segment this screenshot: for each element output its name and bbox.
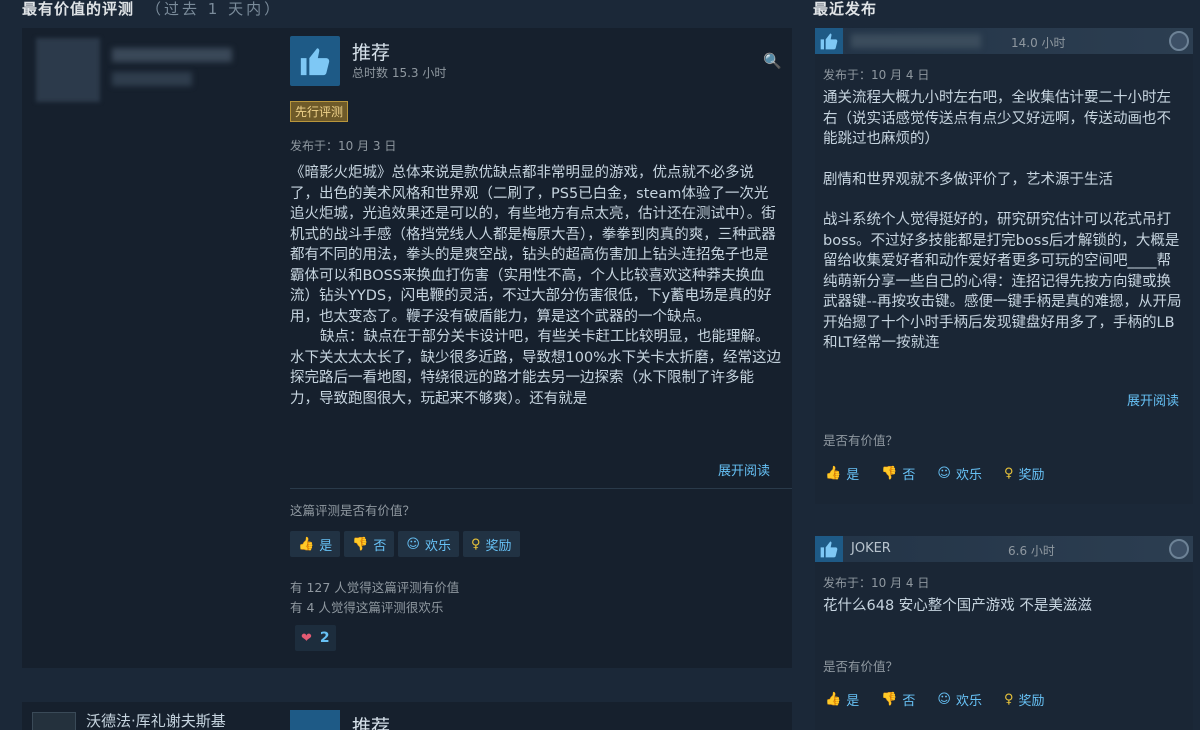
smile-icon: ☺ <box>937 466 951 481</box>
award-button[interactable]: ♀ 奖励 <box>462 531 520 557</box>
expand-review-link[interactable]: 展开阅读 <box>718 460 770 479</box>
content-fade <box>815 344 1193 374</box>
smile-icon: ☺ <box>937 692 951 707</box>
review-verdict[interactable]: 推荐 <box>352 712 390 730</box>
avatar[interactable] <box>32 712 76 730</box>
thumbs-up-icon <box>815 28 843 54</box>
author-name[interactable] <box>112 48 232 62</box>
vote-no-label: 否 <box>902 468 916 483</box>
vote-no-label: 否 <box>902 694 916 709</box>
vote-no-label: 否 <box>373 538 387 554</box>
thumbs-up-icon <box>815 536 843 562</box>
review-paragraph: 缺点：缺点在于部分关卡设计吧，有些关卡赶工比较明显，也能理解。水下关太太太长了，… <box>290 329 781 407</box>
award-label: 奖励 <box>1018 468 1045 483</box>
award-label: 奖励 <box>485 538 512 554</box>
hours-played: 14.0 小时 <box>1011 36 1066 50</box>
recent-review-header: 14.0 小时 <box>815 28 1193 54</box>
review-verdict[interactable]: 推荐 <box>352 38 390 65</box>
vote-funny-button[interactable]: ☺ 欢乐 <box>937 690 982 709</box>
recent-review-header: JOKER 6.6 小时 <box>815 536 1193 562</box>
award-icon: ♀ <box>1003 692 1014 707</box>
author-column[interactable] <box>22 28 282 668</box>
review-card: 推荐 总时数 15.3 小时 🔍 先行评测 发布于：10 月 3 日 《暗影火炬… <box>22 28 792 668</box>
helpful-question: 是否有价值？ <box>823 433 899 448</box>
steam-icon <box>1169 31 1189 51</box>
most-helpful-label: 最有价值的评测 <box>22 0 135 18</box>
vote-funny-label: 欢乐 <box>424 538 451 554</box>
early-review-badge: 先行评测 <box>290 101 349 122</box>
thumbs-up-icon <box>290 36 340 86</box>
vote-funny-button[interactable]: ☺ 欢乐 <box>937 464 982 483</box>
vote-yes-label: 是 <box>319 538 333 554</box>
recent-review-card: JOKER 6.6 小时 发布于：10 月 4 日 花什么648 安心整个国产游… <box>815 536 1193 730</box>
author-name[interactable]: 沃德法·厍礼谢夫斯基 <box>86 710 226 730</box>
helpful-question: 这篇评测是否有价值？ <box>290 503 416 518</box>
funny-count: 有 4 人觉得这篇评测很欢乐 <box>290 600 444 615</box>
vote-no-button[interactable]: 👎 否 <box>881 464 915 483</box>
thumbs-up-icon <box>290 710 340 730</box>
vote-yes-label: 是 <box>846 468 860 483</box>
helpful-count: 有 127 人觉得这篇评测有价值 <box>290 580 460 595</box>
review-paragraph: 花什么648 安心整个国产游戏 不是美滋滋 <box>823 598 1092 614</box>
expand-review-link[interactable]: 展开阅读 <box>1127 390 1179 409</box>
review-paragraph: 通关流程大概九小时左右吧，全收集估计要二十小时左右（说实话感觉传送点有点少又好远… <box>823 90 1171 147</box>
vote-no-button[interactable]: 👎 否 <box>344 531 395 557</box>
posted-date: 发布于：10 月 4 日 <box>823 68 930 82</box>
review-paragraph: 《暗影火炬城》总体来说是款优缺点都非常明显的游戏，优点就不必多说了，出色的美术风… <box>290 165 776 325</box>
review-content: 花什么648 安心整个国产游戏 不是美滋滋 <box>823 596 1185 637</box>
time-range-label: （过去 1 天内） <box>146 0 283 18</box>
vote-yes-button[interactable]: 👍 是 <box>825 464 859 483</box>
posted-date: 发布于：10 月 3 日 <box>290 139 397 153</box>
vote-yes-button[interactable]: 👍 是 <box>290 531 341 557</box>
review-paragraph: 剧情和世界观就不多做评价了，艺术源于生活 <box>823 171 1113 188</box>
review-paragraph: 战斗系统个人觉得挺好的，研究研究估计可以花式吊打boss。不过好多技能都是打完b… <box>823 212 1182 351</box>
thumbs-down-icon: 👎 <box>881 466 898 481</box>
thumbs-up-icon: 👍 <box>298 536 315 552</box>
author-info <box>112 72 192 86</box>
vote-row: 👍 是 👎 否 ☺ 欢乐 ♀ 奖励 <box>825 464 1045 483</box>
author-name[interactable] <box>851 34 981 48</box>
award-icon: ♀ <box>1003 466 1014 481</box>
vote-funny-label: 欢乐 <box>955 468 982 483</box>
heart-award-icon: ❤ <box>301 630 312 646</box>
avatar[interactable] <box>36 38 100 102</box>
award-display[interactable]: ❤ 2 <box>295 625 336 651</box>
thumbs-down-icon: 👎 <box>881 692 898 707</box>
review-card: 沃德法·厍礼谢夫斯基 推荐 <box>22 702 792 730</box>
posted-date: 发布于：10 月 4 日 <box>823 576 930 590</box>
vote-row: 👍 是 👎 否 ☺ 欢乐 ♀ 奖励 <box>290 531 520 557</box>
vote-yes-label: 是 <box>846 694 860 709</box>
thumbs-up-icon: 👍 <box>825 466 842 481</box>
award-button[interactable]: ♀ 奖励 <box>1004 690 1045 709</box>
steam-icon <box>1169 539 1189 559</box>
divider <box>290 488 792 489</box>
award-button[interactable]: ♀ 奖励 <box>1004 464 1045 483</box>
vote-funny-label: 欢乐 <box>955 694 982 709</box>
thumbs-down-icon: 👎 <box>352 536 369 552</box>
vote-yes-button[interactable]: 👍 是 <box>825 690 859 709</box>
thumbs-up-icon: 👍 <box>825 692 842 707</box>
author-name[interactable]: JOKER <box>851 541 891 556</box>
hours-played: 6.6 小时 <box>1008 544 1055 558</box>
most-helpful-title: 最有价值的评测 （过去 1 天内） <box>22 0 282 19</box>
review-content: 通关流程大概九小时左右吧，全收集估计要二十小时左右（说实话感觉传送点有点少又好远… <box>823 88 1185 374</box>
recent-title: 最近发布 <box>813 0 878 18</box>
award-label: 奖励 <box>1018 694 1045 709</box>
review-content: 《暗影火炬城》总体来说是款优缺点都非常明显的游戏，优点就不必多说了，出色的美术风… <box>290 163 782 441</box>
content-fade <box>290 408 782 442</box>
recent-review-card: 14.0 小时 发布于：10 月 4 日 通关流程大概九小时左右吧，全收集估计要… <box>815 28 1193 504</box>
award-count: 2 <box>319 630 330 646</box>
vote-no-button[interactable]: 👎 否 <box>881 690 915 709</box>
vote-funny-button[interactable]: ☺ 欢乐 <box>398 531 459 557</box>
vote-row: 👍 是 👎 否 ☺ 欢乐 ♀ 奖励 <box>825 690 1045 709</box>
helpful-question: 是否有价值？ <box>823 659 899 674</box>
award-icon: ♀ <box>470 536 481 552</box>
hours-played: 总时数 15.3 小时 <box>352 66 447 80</box>
smile-icon: ☺ <box>406 536 420 552</box>
key-icon: 🔍 <box>763 52 782 70</box>
